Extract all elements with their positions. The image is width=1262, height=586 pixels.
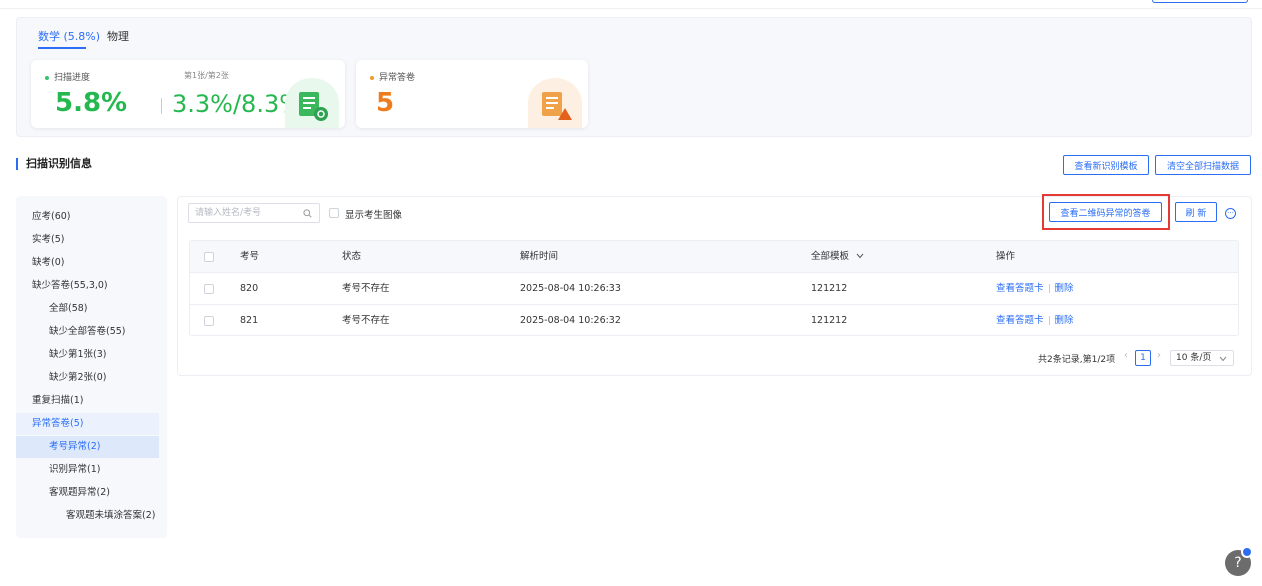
header-parse-time: 解析时间 bbox=[520, 251, 559, 262]
tree-item-all[interactable]: 全部(58) bbox=[16, 298, 159, 320]
tree-item-objective-unfilled[interactable]: 客观题未填涂答案(2) bbox=[16, 505, 159, 527]
tree-item-objective-abnormal[interactable]: 客观题异常(2) bbox=[16, 482, 159, 504]
scan-document-icon bbox=[285, 78, 339, 128]
row-status: 考号不存在 bbox=[342, 283, 390, 294]
scan-percent: 5.8% bbox=[55, 88, 128, 118]
tree-item-missing-page1[interactable]: 缺少第1张(3) bbox=[16, 344, 159, 366]
tab-physics[interactable]: 物理 bbox=[107, 28, 129, 44]
row-parse-time: 2025-08-04 10:26:32 bbox=[520, 315, 621, 326]
row-status: 考号不存在 bbox=[342, 315, 390, 326]
table-row: 820 考号不存在 2025-08-04 10:26:33 121212 查看答… bbox=[190, 273, 1238, 305]
tab-math[interactable]: 数学 (5.8%) bbox=[38, 28, 100, 44]
row-parse-time: 2025-08-04 10:26:33 bbox=[520, 283, 621, 294]
answer-sheet-table: 考号 状态 解析时间 全部模板 操作 820 考号不存在 2025-08-04 … bbox=[189, 240, 1239, 336]
tree-item-recognition-abnormal[interactable]: 识别异常(1) bbox=[16, 459, 159, 481]
row-checkbox[interactable] bbox=[204, 316, 214, 326]
view-answer-card-link[interactable]: 查看答题卡 bbox=[996, 283, 1044, 294]
tree-item-missing-sheets[interactable]: 缺少答卷(55,3,0) bbox=[16, 275, 159, 297]
scan-ratio: 3.3%/8.3% bbox=[172, 90, 303, 118]
header-exam-no: 考号 bbox=[240, 251, 260, 262]
abnormal-card: 异常答卷 5 bbox=[356, 60, 588, 128]
tree-item-attended[interactable]: 实考(5) bbox=[16, 229, 159, 251]
search-input[interactable] bbox=[195, 206, 295, 220]
header-template-filter[interactable]: 全部模板 bbox=[811, 241, 864, 273]
row-template: 121212 bbox=[811, 283, 848, 294]
clear-all-scan-data-button[interactable]: 清空全部扫描数据 bbox=[1155, 155, 1251, 175]
table-row: 821 考号不存在 2025-08-04 10:26:32 121212 查看答… bbox=[190, 305, 1238, 335]
highlight-frame bbox=[1042, 194, 1170, 230]
row-exam-no: 821 bbox=[240, 315, 259, 326]
select-all-checkbox[interactable] bbox=[204, 252, 214, 262]
next-page-icon[interactable]: › bbox=[1157, 350, 1161, 361]
tree-item-exam-no-abnormal[interactable]: 考号异常(2) bbox=[16, 436, 159, 458]
header-status: 状态 bbox=[342, 251, 362, 262]
tree-item-duplicate-scan[interactable]: 重复扫描(1) bbox=[16, 390, 159, 412]
tree-item-missing-all[interactable]: 缺少全部答卷(55) bbox=[16, 321, 159, 343]
prev-page-icon[interactable]: ‹ bbox=[1124, 350, 1128, 361]
tree-item-missing-page2[interactable]: 缺少第2张(0) bbox=[16, 367, 159, 389]
row-actions: 查看答题卡 删除 bbox=[996, 305, 1074, 335]
tree-item-abnormal-sheets[interactable]: 异常答卷(5) bbox=[16, 413, 159, 435]
show-image-checkbox[interactable] bbox=[329, 208, 339, 218]
view-answer-card-link[interactable]: 查看答题卡 bbox=[996, 315, 1044, 326]
chevron-down-icon[interactable] bbox=[856, 253, 864, 259]
top-button-edge[interactable] bbox=[1152, 0, 1248, 3]
tree-item-should-attend[interactable]: 应考(60) bbox=[16, 206, 159, 228]
row-actions: 查看答题卡 删除 bbox=[996, 273, 1074, 305]
show-image-label: 显示考生图像 bbox=[345, 210, 403, 221]
header-template: 全部模板 bbox=[811, 251, 850, 262]
page-size-select[interactable]: 10 条/页 bbox=[1170, 350, 1234, 366]
search-icon[interactable] bbox=[303, 209, 312, 218]
refresh-button[interactable]: 刷 新 bbox=[1175, 202, 1217, 222]
status-tree: 应考(60) 实考(5) 缺考(0) 缺少答卷(55,3,0) 全部(58) 缺… bbox=[16, 196, 167, 538]
tree-item-absent[interactable]: 缺考(0) bbox=[16, 252, 159, 274]
abnormal-count: 5 bbox=[376, 88, 395, 118]
abnormal-label: 异常答卷 bbox=[370, 70, 415, 83]
row-exam-no: 820 bbox=[240, 283, 259, 294]
tab-active-underline bbox=[38, 47, 86, 49]
action-separator bbox=[1048, 316, 1050, 325]
delete-link[interactable]: 删除 bbox=[1055, 283, 1074, 294]
scan-progress-card: 扫描进度 第1张/第2张 5.8% 3.3%/8.3% bbox=[31, 60, 345, 128]
section-title: 扫描识别信息 bbox=[16, 158, 92, 170]
delete-link[interactable]: 删除 bbox=[1055, 315, 1074, 326]
top-divider bbox=[0, 8, 1262, 9]
abnormal-document-icon bbox=[528, 78, 582, 128]
page-size-value: 10 条/页 bbox=[1176, 353, 1212, 363]
view-new-template-button[interactable]: 查看新识别模板 bbox=[1063, 155, 1149, 175]
row-template: 121212 bbox=[811, 315, 848, 326]
scan-separator bbox=[161, 98, 162, 114]
subject-panel: 数学 (5.8%) 物理 扫描进度 第1张/第2张 5.8% 3.3%/8.3%… bbox=[16, 17, 1252, 137]
pagination-info: 共2条记录,第1/2项 bbox=[1038, 355, 1116, 365]
scan-pages-label: 第1张/第2张 bbox=[184, 71, 229, 80]
header-actions: 操作 bbox=[996, 251, 1016, 262]
help-badge bbox=[1241, 546, 1253, 558]
row-checkbox[interactable] bbox=[204, 284, 214, 294]
page-number-button[interactable]: 1 bbox=[1135, 350, 1151, 366]
table-header: 考号 状态 解析时间 全部模板 操作 bbox=[190, 241, 1238, 273]
scan-progress-label: 扫描进度 bbox=[45, 70, 90, 83]
action-separator bbox=[1048, 284, 1050, 293]
chevron-down-icon[interactable] bbox=[1219, 356, 1227, 362]
search-box[interactable] bbox=[188, 203, 320, 223]
more-options-icon[interactable]: ··· bbox=[1225, 208, 1236, 219]
